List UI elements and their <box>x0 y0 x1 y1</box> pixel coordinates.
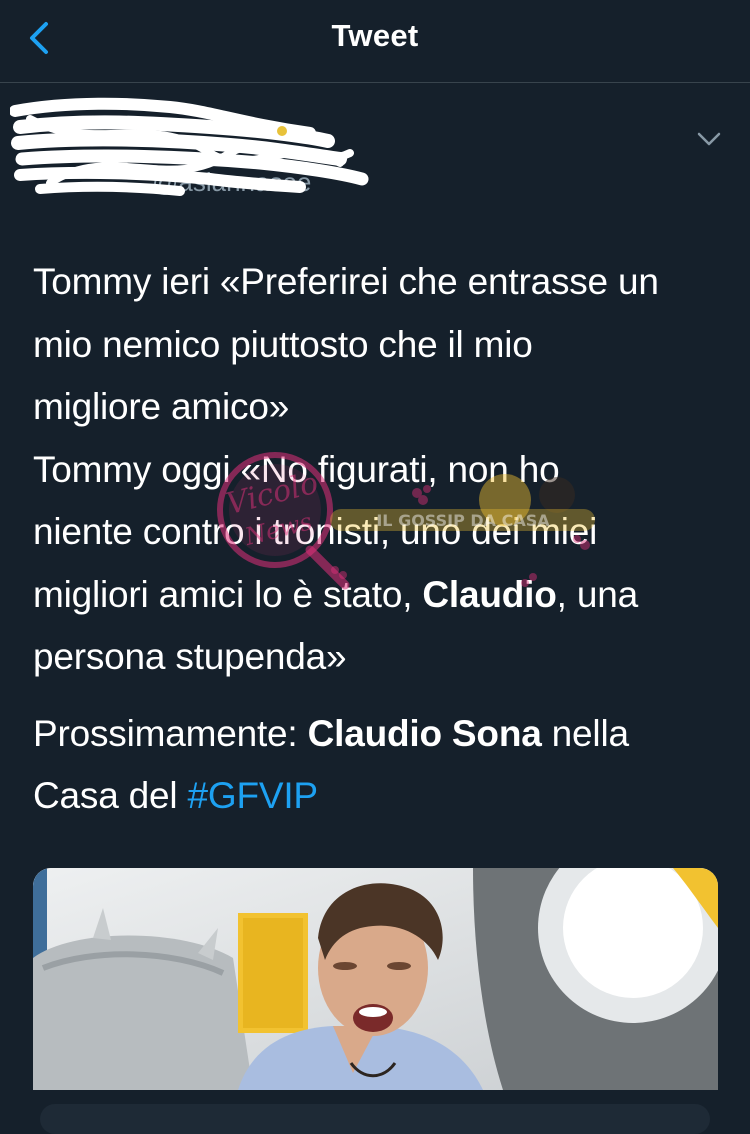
tweet-line: nella <box>541 712 629 754</box>
hashtag-link[interactable]: #GFVIP <box>188 775 319 816</box>
tweet-line: mio nemico piuttosto che il mio <box>33 323 533 365</box>
tweet-author-row: @aslannasee <box>0 83 750 213</box>
tweet-line: persona stupenda» <box>33 636 347 677</box>
bold-name: Claudio <box>422 573 557 615</box>
tweet-line: Casa del <box>33 775 188 816</box>
tweet-line: niente contro i tronisti, uno dei miei <box>33 511 598 552</box>
tweet-line: Prossimamente: <box>33 712 308 754</box>
chevron-down-icon <box>697 132 721 146</box>
tweet-line: migliori amici lo è stato, <box>33 573 423 615</box>
bold-name: Claudio Sona <box>307 712 542 754</box>
tweet-menu-button[interactable] <box>694 126 724 152</box>
bottom-bar <box>0 1090 750 1134</box>
tweet-paragraph-2: Prossimamente: Claudio Sona nella Casa d… <box>33 703 733 828</box>
redaction-scribble <box>10 97 369 196</box>
tweet-media-image[interactable] <box>33 868 718 1090</box>
photo-illustration <box>33 868 718 1090</box>
tweet-body: Tommy ieri «Preferirei che entrasse un m… <box>33 251 733 828</box>
tweet-line: Tommy oggi «No figurati, non ho <box>33 448 560 490</box>
tweet-line: Tommy ieri «Preferirei che entrasse un <box>33 261 659 302</box>
tweet-paragraph-1: Tommy ieri «Preferirei che entrasse un m… <box>33 251 733 689</box>
tweet-line: migliore amico» <box>33 386 290 427</box>
top-nav-bar: Tweet <box>0 0 750 83</box>
reply-bar-edge[interactable] <box>40 1104 710 1134</box>
page-title: Tweet <box>331 18 419 53</box>
tweet-line: , una <box>556 573 638 615</box>
